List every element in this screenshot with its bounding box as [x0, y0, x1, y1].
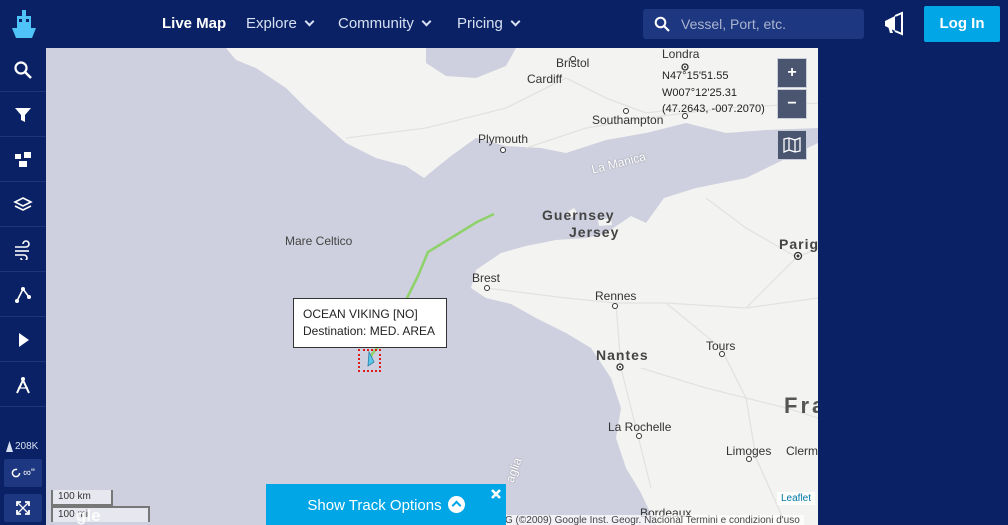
map-label-rennes: Rennes [595, 289, 637, 303]
chevron-down-icon [421, 16, 432, 27]
map-sidebar: 208K ∞" [0, 48, 46, 525]
map-label-plymouth: Plymouth [478, 132, 529, 146]
map-label-clermont: Clerm [786, 444, 818, 458]
map-label-jersey: Jersey [569, 224, 620, 240]
coordinate-decimal: (47.2643, -007.2070) [662, 103, 765, 115]
leaflet-link[interactable]: Leaflet [777, 492, 816, 505]
chevron-down-icon [510, 16, 521, 27]
map-label-bristol: Bristol [556, 56, 590, 70]
route-icon [15, 286, 31, 303]
search-box [643, 9, 864, 39]
show-track-options-button[interactable]: Show Track Options [266, 484, 506, 525]
tooltip-vessel-name: OCEAN VIKING [NO] [303, 307, 418, 321]
map-label-celtic-sea: Mare Celtico [285, 234, 353, 248]
sidebar-layers-button[interactable] [0, 183, 46, 227]
compass-measure-icon [16, 376, 30, 393]
nav-community[interactable]: Community [338, 0, 432, 48]
sidebar-fleet-button[interactable] [0, 138, 46, 182]
expand-icon [16, 501, 30, 515]
play-icon [19, 332, 29, 347]
coordinate-lon: W007°12'25.31 [662, 86, 737, 99]
live-label: ∞" [23, 467, 35, 479]
live-refresh-button[interactable]: ∞" [4, 459, 42, 487]
map-label-tours: Tours [706, 339, 736, 353]
landmass-france [471, 143, 818, 525]
map-label-paris: Parigi [779, 236, 818, 252]
map-label-brest: Brest [472, 271, 501, 285]
map-label-limoges: Limoges [726, 444, 772, 458]
vessel-selection-box[interactable] [358, 349, 381, 372]
fullscreen-button[interactable] [4, 494, 42, 522]
layers-icon [13, 196, 33, 211]
map-basemap [226, 48, 818, 525]
right-panel [818, 48, 1008, 525]
map-label-southampton: Southampton [592, 113, 664, 127]
vessel-count: 208K [2, 438, 44, 454]
map-canvas[interactable]: Londra Bristol Cardiff Southampton Plymo… [46, 48, 818, 525]
vessel-marker-icon [6, 440, 13, 452]
chevron-up-icon [447, 496, 465, 513]
map-label-london: Londra [662, 48, 700, 61]
map-label-nantes: Nantes [596, 347, 649, 363]
map-fold-icon [783, 137, 801, 153]
filter-icon [15, 107, 31, 122]
refresh-icon [11, 468, 21, 478]
zoom-out-button[interactable]: − [777, 89, 807, 119]
sidebar-route-button[interactable] [0, 273, 46, 317]
nav-explore-label: Explore [246, 15, 297, 32]
top-navigation-bar: Live Map Explore Community Pricing Log I… [0, 0, 1008, 48]
nav-pricing-label: Pricing [457, 15, 503, 32]
scale-km: 100 km [51, 490, 113, 506]
map-label-france: Franc [784, 393, 818, 418]
coordinate-readout: N47°15'51.55 W007°12'25.31 (47.2643, -00… [662, 68, 765, 118]
wind-icon [15, 239, 30, 260]
sidebar-measure-button[interactable] [0, 363, 46, 407]
sidebar-playback-button[interactable] [0, 318, 46, 362]
sidebar-weather-button[interactable] [0, 228, 46, 272]
map-label-guernsey: Guernsey [542, 207, 615, 223]
fleet-icon [15, 151, 31, 167]
search-icon [14, 60, 32, 79]
nav-community-label: Community [338, 15, 414, 32]
google-logo: gle [76, 506, 101, 525]
vessel-tooltip: OCEAN VIKING [NO] Destination: MED. AREA [293, 298, 447, 348]
chevron-down-icon [304, 16, 315, 27]
tooltip-destination: Destination: MED. AREA [303, 324, 436, 338]
search-icon [654, 16, 670, 32]
nav-live-map[interactable]: Live Map [162, 0, 226, 48]
coordinate-lat: N47°15'51.55 [662, 70, 729, 82]
ship-logo-icon[interactable] [6, 6, 42, 42]
nav-live-map-label: Live Map [162, 15, 227, 32]
map-type-button[interactable] [777, 130, 807, 160]
search-input[interactable] [681, 9, 859, 39]
zoom-in-button[interactable]: + [777, 58, 807, 88]
track-options-label: Show Track Options [307, 497, 442, 514]
nav-pricing[interactable]: Pricing [457, 0, 521, 48]
megaphone-icon[interactable] [881, 11, 907, 37]
login-button[interactable]: Log In [924, 6, 1000, 42]
vessel-count-value: 208K [15, 440, 39, 452]
sidebar-filter-button[interactable] [0, 93, 46, 137]
sidebar-search-button[interactable] [0, 48, 46, 92]
map-label-la-rochelle: La Rochelle [608, 420, 672, 434]
map-label-cardiff: Cardiff [527, 72, 563, 86]
nav-explore[interactable]: Explore [246, 0, 315, 48]
close-icon[interactable] [490, 488, 502, 500]
map-attribution: G (©2009) Google Inst. Geogr. Nacional T… [501, 515, 804, 525]
